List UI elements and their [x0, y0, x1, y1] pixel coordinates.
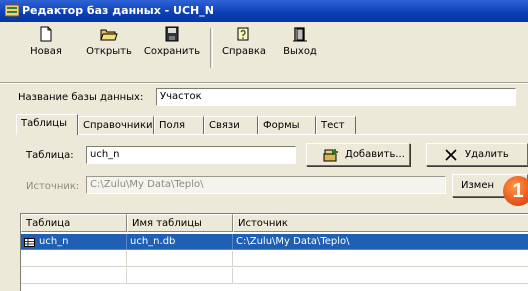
exit-door-icon: [293, 27, 307, 42]
open-label: Открыть: [86, 46, 132, 57]
help-icon: [237, 27, 249, 41]
grid-header: Таблица Имя таблицы Источник: [21, 214, 528, 232]
tables-grid[interactable]: Таблица Имя таблицы Источник uch_n uch_n…: [20, 213, 528, 291]
source-label: Источник:: [26, 181, 80, 192]
add-button[interactable]: Добавить...: [306, 143, 410, 166]
toolbar: Новая Открыть Сохранить Справка Выход: [0, 22, 528, 80]
table-row[interactable]: uch_n uch_n.db C:\Zulu\My Data\Teplo\: [21, 234, 528, 250]
delete-label: Удалить: [465, 149, 509, 160]
db-name-label: Название базы данных:: [18, 92, 144, 103]
open-button[interactable]: Открыть: [84, 26, 134, 74]
add-label: Добавить...: [345, 149, 405, 160]
cell-file: uch_n.db: [127, 234, 233, 250]
table-label: Таблица:: [26, 150, 74, 161]
save-disk-icon: [165, 26, 179, 42]
tab-reference[interactable]: Справочники: [78, 116, 154, 134]
add-icon: [323, 149, 338, 162]
new-button[interactable]: Новая: [26, 26, 66, 74]
column-header-table[interactable]: Таблица: [21, 214, 127, 232]
cell-source: C:\Zulu\My Data\Teplo\: [233, 234, 528, 250]
window-title: Редактор баз данных - UCH_N: [22, 4, 214, 17]
help-label: Справка: [221, 46, 267, 57]
toolbar-separator: [210, 28, 213, 68]
toolbar-divider: [0, 82, 528, 84]
delete-x-icon: [445, 149, 457, 161]
empty-cell: [21, 268, 127, 284]
empty-row: [21, 251, 528, 267]
new-document-icon: [40, 26, 52, 42]
app-icon: [5, 4, 19, 17]
empty-cell: [21, 251, 127, 267]
column-header-source[interactable]: Источник: [233, 214, 528, 232]
tab-links[interactable]: Связи: [204, 116, 258, 134]
help-button[interactable]: Справка: [218, 26, 270, 74]
save-label: Сохранить: [143, 46, 201, 57]
save-button[interactable]: Сохранить: [142, 26, 202, 74]
empty-row: [21, 268, 528, 284]
tab-tables[interactable]: Таблицы: [16, 114, 78, 135]
callout-badge: 1: [503, 176, 528, 206]
tab-panel-border: [16, 134, 528, 135]
db-name-input[interactable]: Участок: [156, 88, 516, 106]
tab-fields[interactable]: Поля: [154, 116, 204, 134]
exit-label: Выход: [283, 46, 317, 57]
exit-button[interactable]: Выход: [280, 26, 320, 74]
source-input[interactable]: C:\Zulu\My Data\Teplo\: [86, 176, 446, 194]
cell-table: uch_n: [21, 234, 127, 250]
tab-test[interactable]: Тест: [316, 116, 356, 134]
table-icon: [24, 238, 35, 247]
new-label: Новая: [30, 46, 62, 57]
change-label: Измен: [461, 180, 495, 191]
table-input[interactable]: uch_n: [86, 146, 296, 164]
open-folder-icon: [100, 29, 118, 41]
empty-cell: [233, 268, 528, 284]
tab-forms[interactable]: Формы: [258, 116, 316, 134]
empty-cell: [127, 251, 233, 267]
empty-cell: [127, 268, 233, 284]
column-header-file[interactable]: Имя таблицы: [127, 214, 233, 232]
delete-button[interactable]: Удалить: [426, 143, 528, 166]
empty-cell: [233, 251, 528, 267]
title-bar[interactable]: Редактор баз данных - UCH_N: [0, 0, 528, 22]
